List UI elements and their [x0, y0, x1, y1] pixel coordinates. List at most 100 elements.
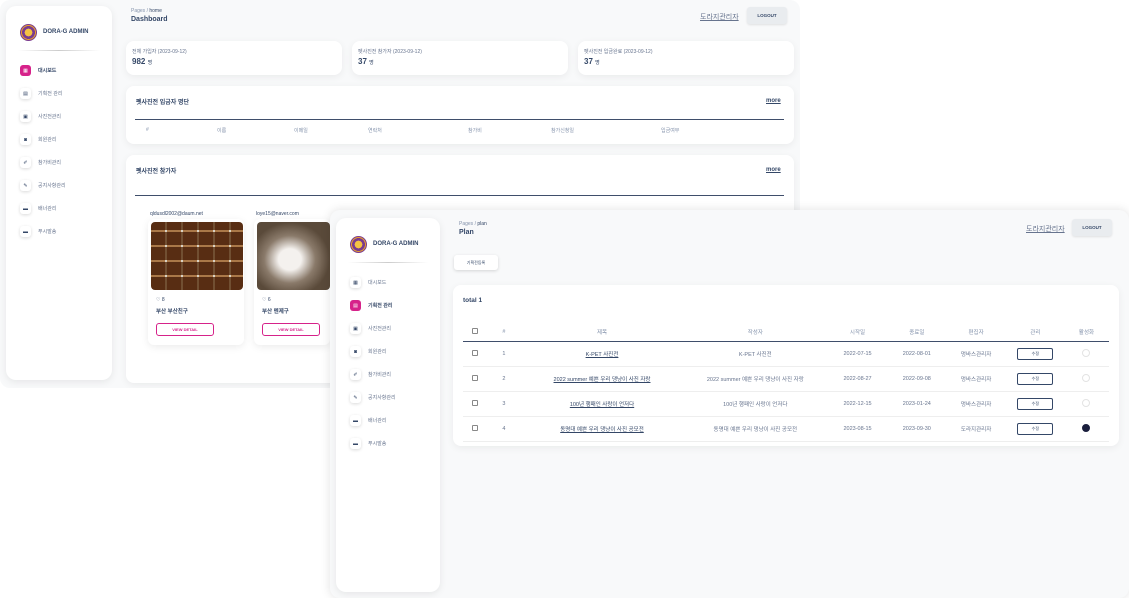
- row-checkbox[interactable]: [472, 399, 479, 406]
- row-checkbox[interactable]: [472, 349, 479, 356]
- table-row[interactable]: 4 동명대 예쁜 우리 댕냥이 사진 공모전 동명대 예쁜 우리 댕냥이 사진 …: [463, 416, 1109, 442]
- sidebar-item-photo[interactable]: ▣ 사진전관리: [6, 105, 112, 128]
- logo-icon: [20, 23, 37, 41]
- brand-name: DORA-G ADMIN: [43, 29, 89, 35]
- row-title-cell: 동명대 예쁜 우리 댕냥이 사진 공모전: [520, 416, 684, 442]
- sidebar-item-label: 공지사항관리: [368, 395, 396, 401]
- sidebar-brand[interactable]: DORA-G ADMIN: [336, 218, 440, 258]
- plan-title-link[interactable]: 동명대 예쁜 우리 댕냥이 사진 공모전: [560, 427, 644, 433]
- edit-button[interactable]: 수정: [1017, 397, 1054, 410]
- breadcrumb-parent[interactable]: Pages: [131, 8, 145, 14]
- edit-button[interactable]: 수정: [1017, 347, 1054, 360]
- plan-title-link[interactable]: 2022 summer 예쁜 우리 댕냥이 사진 자랑: [554, 377, 651, 383]
- sidebar-item-push[interactable]: ▬ 푸시발송: [336, 432, 440, 455]
- column-header: 종료일: [888, 323, 946, 342]
- section-title: 펫사진전 참가자: [136, 169, 177, 175]
- sidebar-item-plan[interactable]: ▤ 기획전 관리: [336, 294, 440, 317]
- row-number: 1: [487, 341, 521, 367]
- row-title-cell: 100년 행패인 사랑이 언저다: [520, 391, 684, 417]
- plan-table-card: total 1 # 제목 작성자 시작일 종료일 편집자 관리 활성화 1 K-…: [453, 285, 1119, 446]
- row-end-date: 2023-01-24: [888, 391, 946, 417]
- participant-email: loye15@naver.com: [256, 211, 299, 217]
- page-title: Dashboard: [131, 16, 168, 23]
- payment-list-card: 펫사진전 입금자 명단 more # 이름 이메일 연락처 참가비 참가신청일 …: [126, 86, 794, 144]
- row-start-date: 2022-08-27: [826, 366, 889, 392]
- more-link[interactable]: more: [766, 98, 781, 104]
- row-checkbox[interactable]: [472, 374, 479, 381]
- participant-card[interactable]: ♡ 8 부산 부산친구 VIEW DETAIL: [148, 219, 244, 345]
- admin-link[interactable]: 도라지관리자: [700, 12, 739, 22]
- row-author: 100년 행패인 사랑이 언저다: [683, 391, 827, 417]
- column-header: 참가비: [468, 128, 482, 134]
- breadcrumb-parent[interactable]: Pages: [459, 221, 473, 227]
- sidebar-item-notice[interactable]: ✎ 공지사항관리: [6, 174, 112, 197]
- row-checkbox[interactable]: [472, 424, 479, 431]
- row-select-cell: [463, 341, 488, 367]
- stat-value: 37 명: [358, 57, 374, 66]
- table-row[interactable]: 1 K-PET 사진전 K-PET 사진전 2022-07-15 2022-08…: [463, 341, 1109, 367]
- view-detail-button[interactable]: VIEW DETAIL: [262, 323, 320, 336]
- divider: [135, 119, 784, 120]
- sidebar-item-label: 참가비관리: [38, 160, 62, 166]
- column-header: 이메일: [294, 128, 308, 134]
- sidebar-item-label: 참가비관리: [368, 372, 392, 378]
- row-editor: 멍바스관리자: [945, 366, 1007, 392]
- more-link[interactable]: more: [766, 167, 781, 173]
- pet-photo: [151, 222, 243, 290]
- plan-title-link[interactable]: 100년 행패인 사랑이 언저다: [570, 402, 634, 408]
- sidebar-item-label: 배너관리: [38, 206, 57, 212]
- sidebar: DORA-G ADMIN ▦ 대시보드 ▤ 기획전 관리 ▣ 사진전관리 ◙ 회원관리 …: [6, 6, 112, 380]
- column-header: 활성화: [1063, 323, 1109, 342]
- row-active-cell: [1063, 391, 1109, 417]
- sidebar-item-label: 회원관리: [38, 137, 57, 143]
- view-detail-button[interactable]: VIEW DETAIL: [156, 323, 214, 336]
- register-plan-button[interactable]: 기획전등록: [454, 255, 498, 270]
- active-radio[interactable]: [1082, 423, 1091, 432]
- sidebar-item-label: 기획전 관리: [38, 91, 63, 97]
- logout-button[interactable]: LOGOUT: [747, 7, 787, 24]
- select-all-checkbox[interactable]: [472, 327, 479, 334]
- edit-button[interactable]: 수정: [1017, 422, 1054, 435]
- sidebar-item-fees[interactable]: ✐ 참가비관리: [6, 151, 112, 174]
- sidebar-brand[interactable]: DORA-G ADMIN: [6, 6, 112, 46]
- stat-card-participants: 펫사진전 참가자 (2023-09-12) 37 명: [352, 41, 568, 75]
- active-radio[interactable]: [1082, 348, 1091, 357]
- sidebar-item-label: 대시보드: [38, 68, 57, 74]
- row-active-cell: [1063, 416, 1109, 442]
- user-icon: ◙: [350, 346, 361, 357]
- select-all-cell: [463, 323, 488, 342]
- row-start-date: 2023-08-15: [826, 416, 889, 442]
- sidebar-item-push[interactable]: ▬ 푸시발송: [6, 220, 112, 243]
- row-number: 2: [487, 366, 521, 392]
- total-count: total 1: [463, 297, 483, 304]
- sidebar-item-label: 푸시발송: [368, 441, 387, 447]
- stat-number: 37: [358, 57, 367, 66]
- active-radio[interactable]: [1082, 373, 1091, 382]
- sidebar-item-plan[interactable]: ▤ 기획전 관리: [6, 82, 112, 105]
- logout-button[interactable]: LOGOUT: [1072, 219, 1112, 236]
- sidebar-item-members[interactable]: ◙ 회원관리: [6, 128, 112, 151]
- sidebar-item-members[interactable]: ◙ 회원관리: [336, 340, 440, 363]
- row-active-cell: [1063, 366, 1109, 392]
- sidebar-item-fees[interactable]: ✐ 참가비관리: [336, 363, 440, 386]
- sidebar-item-dashboard[interactable]: ▦ 대시보드: [336, 271, 440, 294]
- row-start-date: 2022-12-15: [826, 391, 889, 417]
- section-title: 펫사진전 입금자 명단: [136, 100, 190, 106]
- participant-card[interactable]: ♡ 6 부산 멘제구 VIEW DETAIL: [254, 219, 330, 345]
- sidebar-item-dashboard[interactable]: ▦ 대시보드: [6, 59, 112, 82]
- edit-button[interactable]: 수정: [1017, 372, 1054, 385]
- banner-icon: ▬: [350, 415, 361, 426]
- sidebar-item-photo[interactable]: ▣ 사진전관리: [336, 317, 440, 340]
- row-author: 2022 summer 예쁜 우리 댕냥이 사진 자랑: [683, 366, 827, 392]
- table-row[interactable]: 3 100년 행패인 사랑이 언저다 100년 행패인 사랑이 언저다 2022…: [463, 391, 1109, 417]
- table-row[interactable]: 2 2022 summer 예쁜 우리 댕냥이 사진 자랑 2022 summe…: [463, 366, 1109, 392]
- row-author: K-PET 사진전: [683, 341, 827, 367]
- sidebar-item-banner[interactable]: ▬ 배너관리: [6, 197, 112, 220]
- admin-link[interactable]: 도라지관리자: [1026, 224, 1065, 234]
- row-actions: 수정: [1006, 366, 1064, 392]
- active-radio[interactable]: [1082, 398, 1091, 407]
- sidebar-item-banner[interactable]: ▬ 배너관리: [336, 409, 440, 432]
- sidebar-item-notice[interactable]: ✎ 공지사항관리: [336, 386, 440, 409]
- plan-title-link[interactable]: K-PET 사진전: [586, 352, 619, 358]
- money-icon: ✐: [20, 157, 31, 168]
